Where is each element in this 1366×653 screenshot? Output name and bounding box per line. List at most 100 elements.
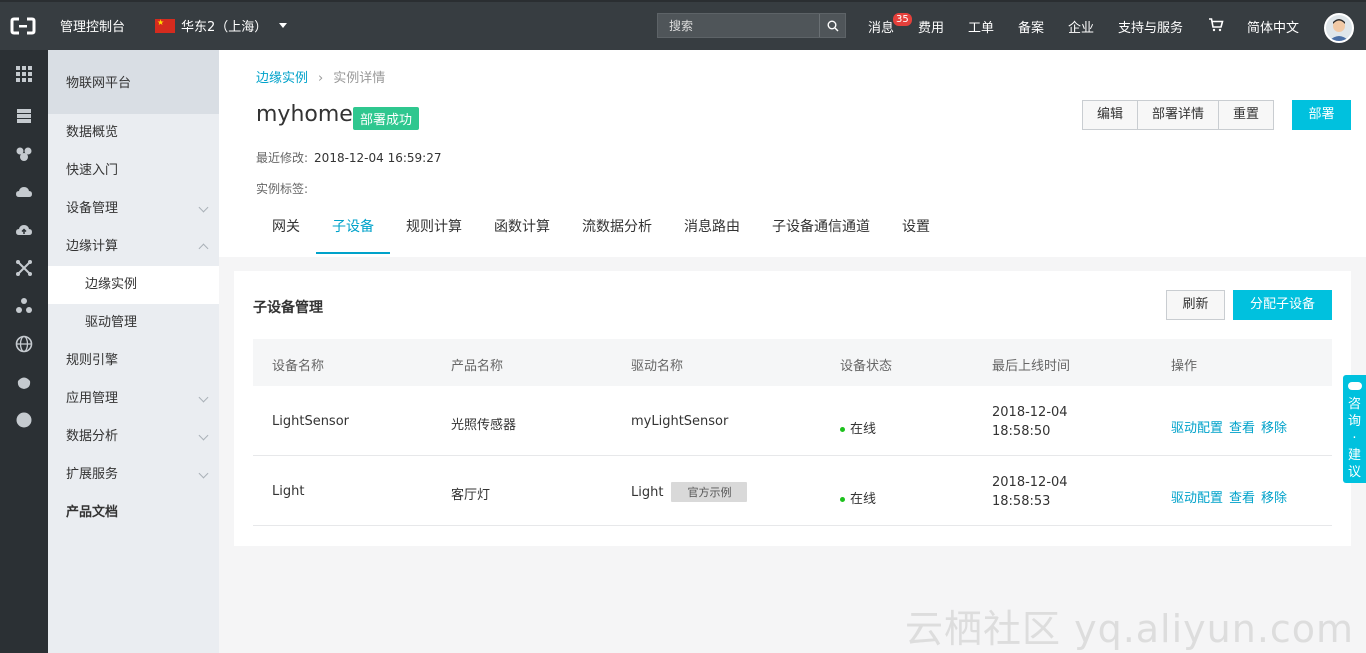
circle-icon[interactable] bbox=[15, 411, 33, 429]
billing-link[interactable]: 费用 bbox=[918, 17, 944, 36]
row-actions: 驱动配置 查看 移除 bbox=[1171, 487, 1293, 506]
driver-config-link[interactable]: 驱动配置 bbox=[1171, 421, 1223, 436]
feedback-char: 议 bbox=[1347, 465, 1361, 480]
driver-name-cell: Light 官方示例 bbox=[631, 482, 748, 502]
sidebar-item-docs[interactable]: 产品文档 bbox=[48, 494, 219, 532]
search-button[interactable] bbox=[819, 14, 845, 37]
feedback-char: 询 bbox=[1347, 414, 1361, 429]
globe-icon[interactable] bbox=[15, 335, 33, 353]
last-modified-value: 2018-12-04 16:59:27 bbox=[314, 151, 442, 165]
tab-sub-device-channel[interactable]: 子设备通信通道 bbox=[756, 216, 886, 254]
chat-bubble-icon bbox=[1347, 382, 1362, 390]
cart-icon[interactable] bbox=[1208, 18, 1224, 32]
breadcrumb-separator-icon: › bbox=[318, 71, 324, 86]
sidebar-item-edge-instances[interactable]: 边缘实例 bbox=[48, 266, 219, 304]
sidebar-item-label: 扩展服务 bbox=[66, 467, 119, 482]
online-dot-icon bbox=[840, 427, 845, 432]
tab-function-compute[interactable]: 函数计算 bbox=[478, 216, 566, 254]
breadcrumb-current: 实例详情 bbox=[333, 71, 386, 86]
language-switcher[interactable]: 简体中文 bbox=[1247, 17, 1299, 36]
last-online-date: 2018-12-04 bbox=[992, 475, 1068, 490]
caret-down-icon bbox=[279, 23, 288, 28]
messages-link[interactable]: 消息 bbox=[868, 17, 894, 36]
support-link[interactable]: 支持与服务 bbox=[1118, 17, 1183, 36]
column-header: 产品名称 bbox=[451, 359, 504, 374]
sidebar-item-rule-engine[interactable]: 规则引擎 bbox=[48, 342, 219, 380]
last-modified-label: 最近修改: bbox=[256, 151, 309, 165]
tab-sub-devices[interactable]: 子设备 bbox=[316, 216, 390, 254]
device-name: LightSensor bbox=[272, 414, 350, 429]
breadcrumb: 边缘实例 › 实例详情 bbox=[256, 67, 385, 86]
column-header: 驱动名称 bbox=[631, 359, 684, 374]
remove-link[interactable]: 移除 bbox=[1261, 421, 1287, 436]
instance-header: 边缘实例 › 实例详情 myhome 部署成功 最近修改: 2018-12-04 16… bbox=[219, 50, 1366, 257]
remove-link[interactable]: 移除 bbox=[1261, 491, 1287, 506]
page-title: myhome bbox=[256, 102, 353, 127]
device-status-text: 在线 bbox=[850, 422, 877, 437]
sidebar-item-device-management[interactable]: 设备管理 bbox=[48, 190, 219, 228]
feedback-tab[interactable]: 咨 询 · 建 议 bbox=[1343, 375, 1366, 483]
grid-menu-icon[interactable] bbox=[15, 65, 33, 83]
sidebar-header: 物联网平台 bbox=[48, 50, 219, 114]
status-badge: 部署成功 bbox=[353, 107, 420, 130]
deploy-detail-button[interactable]: 部署详情 bbox=[1137, 100, 1220, 130]
column-header: 设备状态 bbox=[840, 359, 893, 374]
aliyun-logo-icon[interactable] bbox=[10, 16, 36, 36]
view-link[interactable]: 查看 bbox=[1229, 491, 1255, 506]
feedback-char: · bbox=[1352, 431, 1357, 446]
sidebar-item-driver-management[interactable]: 驱动管理 bbox=[48, 304, 219, 342]
column-header: 设备名称 bbox=[272, 359, 325, 374]
tab-gateway[interactable]: 网关 bbox=[256, 216, 316, 254]
cloud-upload-icon[interactable] bbox=[15, 221, 33, 239]
top-navigation-bar: 管理控制台 华东2（上海） 消息 35 费用 工单 备案 企业 支持与服务 简体… bbox=[0, 0, 1366, 50]
network-icon[interactable] bbox=[15, 259, 33, 277]
enterprise-link[interactable]: 企业 bbox=[1068, 17, 1094, 36]
user-avatar[interactable] bbox=[1324, 13, 1354, 43]
sidebar-item-quickstart[interactable]: 快速入门 bbox=[48, 152, 219, 190]
edit-button[interactable]: 编辑 bbox=[1082, 100, 1139, 130]
tab-settings[interactable]: 设置 bbox=[886, 216, 946, 254]
tab-message-routing[interactable]: 消息路由 bbox=[668, 216, 756, 254]
tickets-link[interactable]: 工单 bbox=[968, 17, 994, 36]
refresh-button[interactable]: 刷新 bbox=[1166, 290, 1225, 320]
breadcrumb-parent-link[interactable]: 边缘实例 bbox=[256, 71, 308, 86]
driver-config-link[interactable]: 驱动配置 bbox=[1171, 491, 1223, 506]
tab-rule-compute[interactable]: 规则计算 bbox=[390, 216, 478, 254]
cloud-icon[interactable] bbox=[15, 183, 33, 201]
search-icon bbox=[827, 20, 838, 31]
search-box bbox=[657, 13, 846, 38]
console-link[interactable]: 管理控制台 bbox=[60, 16, 125, 35]
nodes-icon[interactable] bbox=[15, 297, 33, 315]
cluster-icon[interactable] bbox=[15, 145, 33, 163]
last-modified: 最近修改: 2018-12-04 16:59:27 bbox=[256, 149, 442, 166]
sidebar-item-overview[interactable]: 数据概览 bbox=[48, 114, 219, 152]
sidebar-item-label: 边缘计算 bbox=[66, 239, 119, 254]
deploy-button[interactable]: 部署 bbox=[1292, 100, 1351, 130]
view-link[interactable]: 查看 bbox=[1229, 421, 1255, 436]
sidebar-item-app-management[interactable]: 应用管理 bbox=[48, 380, 219, 418]
sidebar-item-extensions[interactable]: 扩展服务 bbox=[48, 456, 219, 494]
assign-sub-device-button[interactable]: 分配子设备 bbox=[1233, 290, 1332, 320]
iot-icon[interactable] bbox=[15, 373, 33, 391]
last-online-time: 18:58:50 bbox=[992, 424, 1051, 439]
icp-link[interactable]: 备案 bbox=[1018, 17, 1044, 36]
sidebar-item-data-analysis[interactable]: 数据分析 bbox=[48, 418, 219, 456]
server-icon[interactable] bbox=[15, 107, 33, 125]
watermark: 云栖社区 yq.aliyun.com bbox=[905, 607, 1355, 651]
card-title: 子设备管理 bbox=[253, 300, 323, 316]
device-status: 在线 bbox=[840, 488, 876, 507]
reset-button[interactable]: 重置 bbox=[1218, 100, 1275, 130]
official-sample-tag: 官方示例 bbox=[671, 482, 748, 502]
online-dot-icon bbox=[840, 497, 845, 502]
column-header: 最后上线时间 bbox=[992, 359, 1071, 374]
action-button-group: 编辑 部署详情 重置 bbox=[1082, 100, 1275, 130]
chevron-down-icon bbox=[198, 392, 209, 403]
sidebar-item-edge-computing[interactable]: 边缘计算 bbox=[48, 228, 219, 266]
tab-stream-analytics[interactable]: 流数据分析 bbox=[566, 216, 668, 254]
sidebar-item-label: 应用管理 bbox=[66, 391, 119, 406]
table-header: 设备名称 产品名称 驱动名称 设备状态 最后上线时间 操作 bbox=[253, 339, 1332, 386]
china-flag-icon bbox=[155, 18, 175, 33]
table-row: LightSensor 光照传感器 myLightSensor 在线 2018-… bbox=[253, 386, 1332, 456]
search-input[interactable] bbox=[658, 18, 819, 33]
region-selector[interactable]: 华东2（上海） bbox=[155, 16, 288, 35]
